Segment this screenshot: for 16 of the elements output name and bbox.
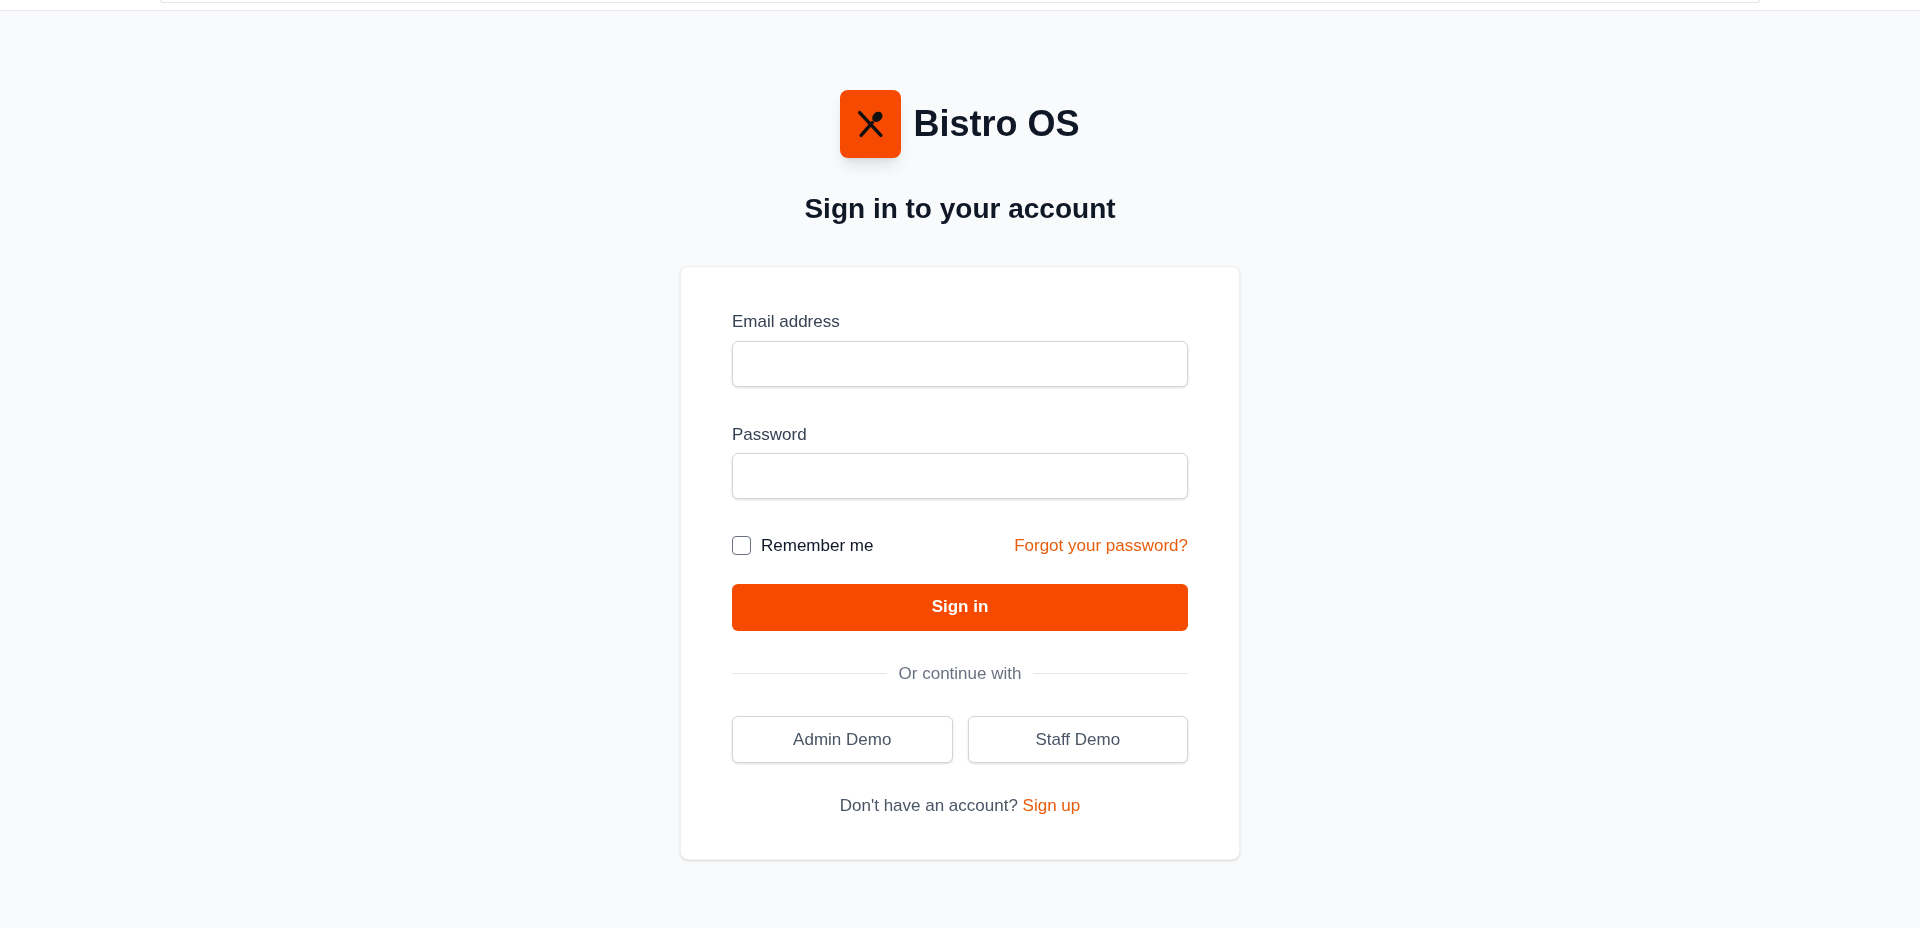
forgot-password-link[interactable]: Forgot your password? <box>1014 533 1188 559</box>
input-field[interactable] <box>732 453 1188 499</box>
sign-up-link[interactable]: Sign up <box>1022 796 1081 815</box>
remember-label: Remember me <box>761 535 874 557</box>
brand-name: Bistro OS <box>913 102 1080 146</box>
page-heading: Sign in to your account <box>804 192 1116 226</box>
logo-icon <box>840 90 902 158</box>
signup-prompt: Don't have an account? <box>839 796 1019 815</box>
demo-button[interactable]: Staff Demo <box>967 716 1188 763</box>
demo-button[interactable]: Admin Demo <box>732 716 953 763</box>
remember-checkbox[interactable] <box>732 536 751 556</box>
field-label: Email address <box>732 311 841 333</box>
sign-in-button[interactable]: Sign in <box>732 583 1188 631</box>
field-label: Password <box>732 423 808 446</box>
divider-label: Or continue with <box>898 662 1022 685</box>
input-field[interactable] <box>732 340 1188 387</box>
